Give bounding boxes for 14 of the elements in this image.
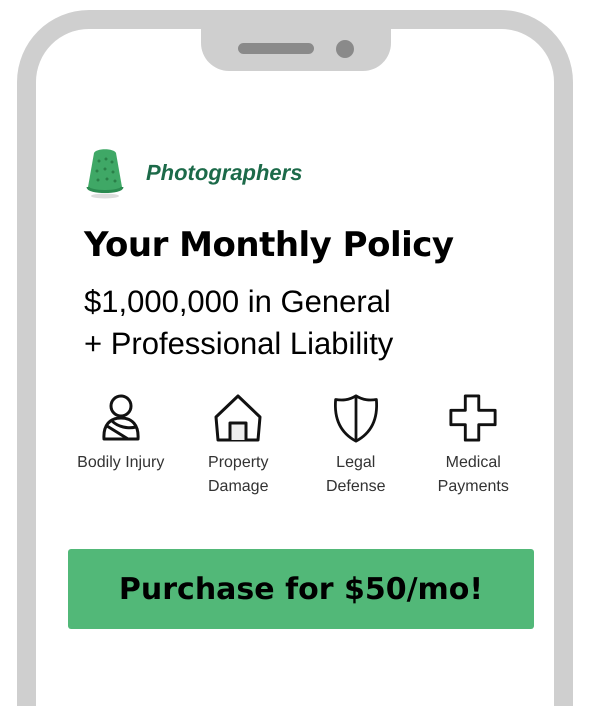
coverage-label: Bodily Injury [76,453,166,473]
purchase-button[interactable]: Purchase for $50/mo! [68,549,534,629]
speaker-icon [238,43,314,54]
cross-icon [447,393,500,443]
coverage-label: Medical Payments [436,453,510,497]
coverage-summary: $1,000,000 in General [84,283,392,321]
coverage-label: Property Damage [207,453,270,497]
coverage-label: Legal Defense [324,453,387,497]
brand-label: Photographers [146,160,302,186]
policy-title: Your Monthly Policy [84,225,455,265]
coverage-summary: + Professional Liability [84,325,394,363]
camera-icon [336,40,354,58]
thimble-icon [84,147,126,199]
house-icon [212,393,264,443]
